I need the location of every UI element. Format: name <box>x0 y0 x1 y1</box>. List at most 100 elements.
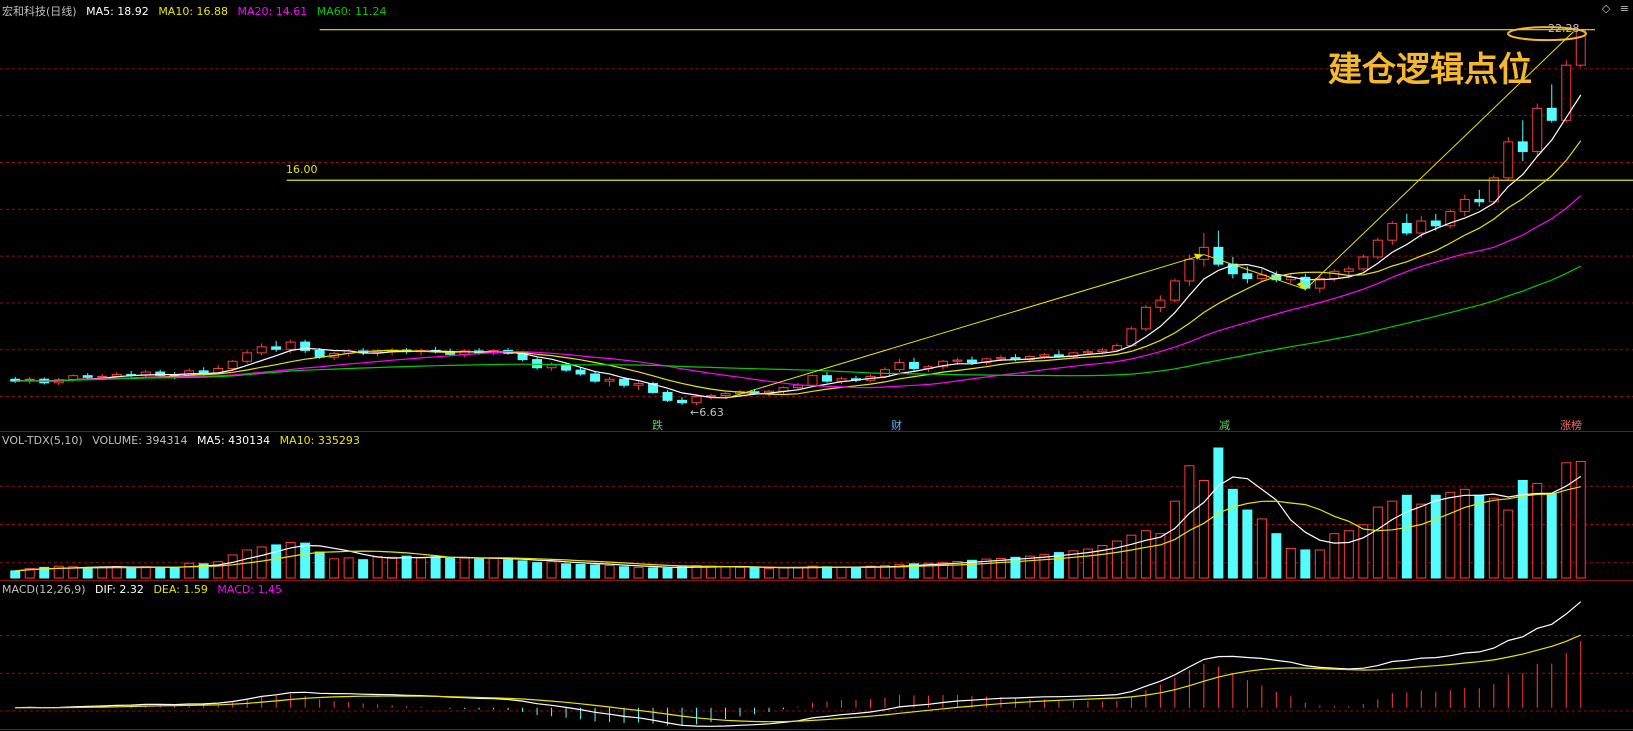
candle-up <box>1169 280 1180 301</box>
position-annotation: 建仓逻辑点位 <box>1328 50 1532 90</box>
diamond-icon[interactable]: ◇ <box>1602 2 1610 15</box>
candle-up <box>97 375 108 378</box>
candle-up <box>1387 222 1398 241</box>
candle-down <box>314 349 325 358</box>
volume-bar <box>1343 530 1354 579</box>
volume-bar <box>459 557 470 579</box>
candle-up <box>894 361 905 371</box>
volume-bar <box>97 566 108 579</box>
volume-value: VOLUME: 394314 <box>92 434 188 447</box>
volume-bar <box>764 568 775 579</box>
volume-bar <box>677 566 688 579</box>
volume-bar <box>720 566 731 579</box>
stock-chart[interactable] <box>0 0 1633 731</box>
candle-up <box>1503 141 1514 179</box>
level-16-label: 16.00 <box>286 163 318 176</box>
candle-down <box>271 346 282 350</box>
low-price-label: ←6.63 <box>690 406 724 419</box>
event-marker-3[interactable]: 减 <box>1219 417 1230 433</box>
candle-up <box>793 384 803 389</box>
candle-up <box>1358 256 1369 270</box>
volume-bar <box>749 567 760 579</box>
volume-bar <box>517 560 528 579</box>
volume-bar <box>1561 462 1572 579</box>
macd-indicator-name[interactable]: MACD(12,26,9) <box>2 583 86 596</box>
candle-up <box>285 341 296 350</box>
candle-down <box>1401 222 1412 234</box>
candle-up <box>546 364 557 369</box>
volume-bar <box>271 544 282 579</box>
volume-bar <box>662 567 673 579</box>
candle-up <box>1039 354 1050 357</box>
volume-bar <box>503 559 514 579</box>
candle-down <box>821 375 832 382</box>
price-panel-bottom-border <box>0 431 1633 432</box>
volume-bar <box>1285 547 1296 579</box>
candle-down <box>575 369 586 375</box>
volume-bar <box>1227 488 1238 579</box>
vol-ma5-value: MA5: 430134 <box>196 434 271 447</box>
volume-bar <box>1300 549 1311 579</box>
candle-down <box>1242 273 1253 280</box>
candle-down <box>82 375 93 378</box>
candle-up <box>1372 239 1383 258</box>
price-header: 宏和科技(日线) MA5: 18.92 MA10: 16.88 MA20: 14… <box>2 3 392 19</box>
volume-bar <box>1242 509 1253 579</box>
ma60-value: MA60: 11.24 <box>316 5 387 18</box>
volume-bar <box>546 561 557 579</box>
volume-bar <box>430 556 441 579</box>
volume-bar <box>1459 488 1470 579</box>
volume-bar <box>300 542 311 579</box>
candle-down <box>561 364 572 371</box>
volume-bar <box>401 555 412 579</box>
volume-bar <box>1488 497 1499 579</box>
volume-bar <box>10 570 21 579</box>
candle-up <box>1111 345 1122 351</box>
candle-down <box>1430 220 1441 227</box>
macd-header: MACD(12,26,9) DIF: 2.32 DEA: 1.59 MACD: … <box>2 583 288 596</box>
candle-up <box>1532 107 1543 152</box>
volume-bar <box>184 562 195 579</box>
dea-value: DEA: 1.59 <box>153 583 208 596</box>
macd-value: MACD: 1.45 <box>217 583 283 596</box>
volume-bar <box>1140 530 1151 579</box>
candle-up <box>691 396 702 404</box>
dea-line <box>15 634 1582 723</box>
volume-bar <box>1155 533 1166 579</box>
candle-up <box>256 346 267 354</box>
stock-name[interactable]: 宏和科技(日线) <box>2 5 77 18</box>
volume-bar <box>1445 491 1456 579</box>
volume-bar <box>706 565 717 579</box>
candle-down <box>966 359 977 363</box>
event-marker-4[interactable]: 涨榜 <box>1560 417 1582 433</box>
volume-bar <box>1387 500 1398 579</box>
volume-bar <box>155 567 166 579</box>
candle-up <box>1140 306 1151 330</box>
volume-bar <box>1184 465 1195 579</box>
candle-down <box>908 361 919 369</box>
volume-bar <box>1358 524 1369 579</box>
volume-bar <box>735 566 746 579</box>
candle-down <box>590 373 601 382</box>
volume-bar <box>314 551 325 579</box>
menu-icon[interactable]: ≡ <box>1620 2 1629 15</box>
volume-bar <box>1010 556 1021 579</box>
candle-up <box>1184 258 1195 282</box>
event-marker-2[interactable]: 财 <box>891 417 902 433</box>
corner-controls: ◇ ≡ <box>1596 2 1629 15</box>
volume-bar <box>140 566 151 579</box>
macd-panel <box>15 601 1582 727</box>
volume-bar <box>387 556 398 579</box>
volume-bar <box>1329 533 1340 579</box>
vol-indicator-name[interactable]: VOL-TDX(5,10) <box>2 434 83 447</box>
candle-up <box>1082 351 1093 354</box>
event-marker-1[interactable]: 跌 <box>652 417 663 433</box>
high-price-label: 22.28 <box>1548 22 1580 35</box>
candle-up <box>1343 268 1354 272</box>
volume-bar <box>1503 509 1514 579</box>
volume-bar <box>343 557 354 579</box>
volume-bar <box>227 554 238 579</box>
volume-bar <box>358 559 369 579</box>
ma5-value: MA5: 18.92 <box>86 5 149 18</box>
candle-up <box>633 383 644 386</box>
